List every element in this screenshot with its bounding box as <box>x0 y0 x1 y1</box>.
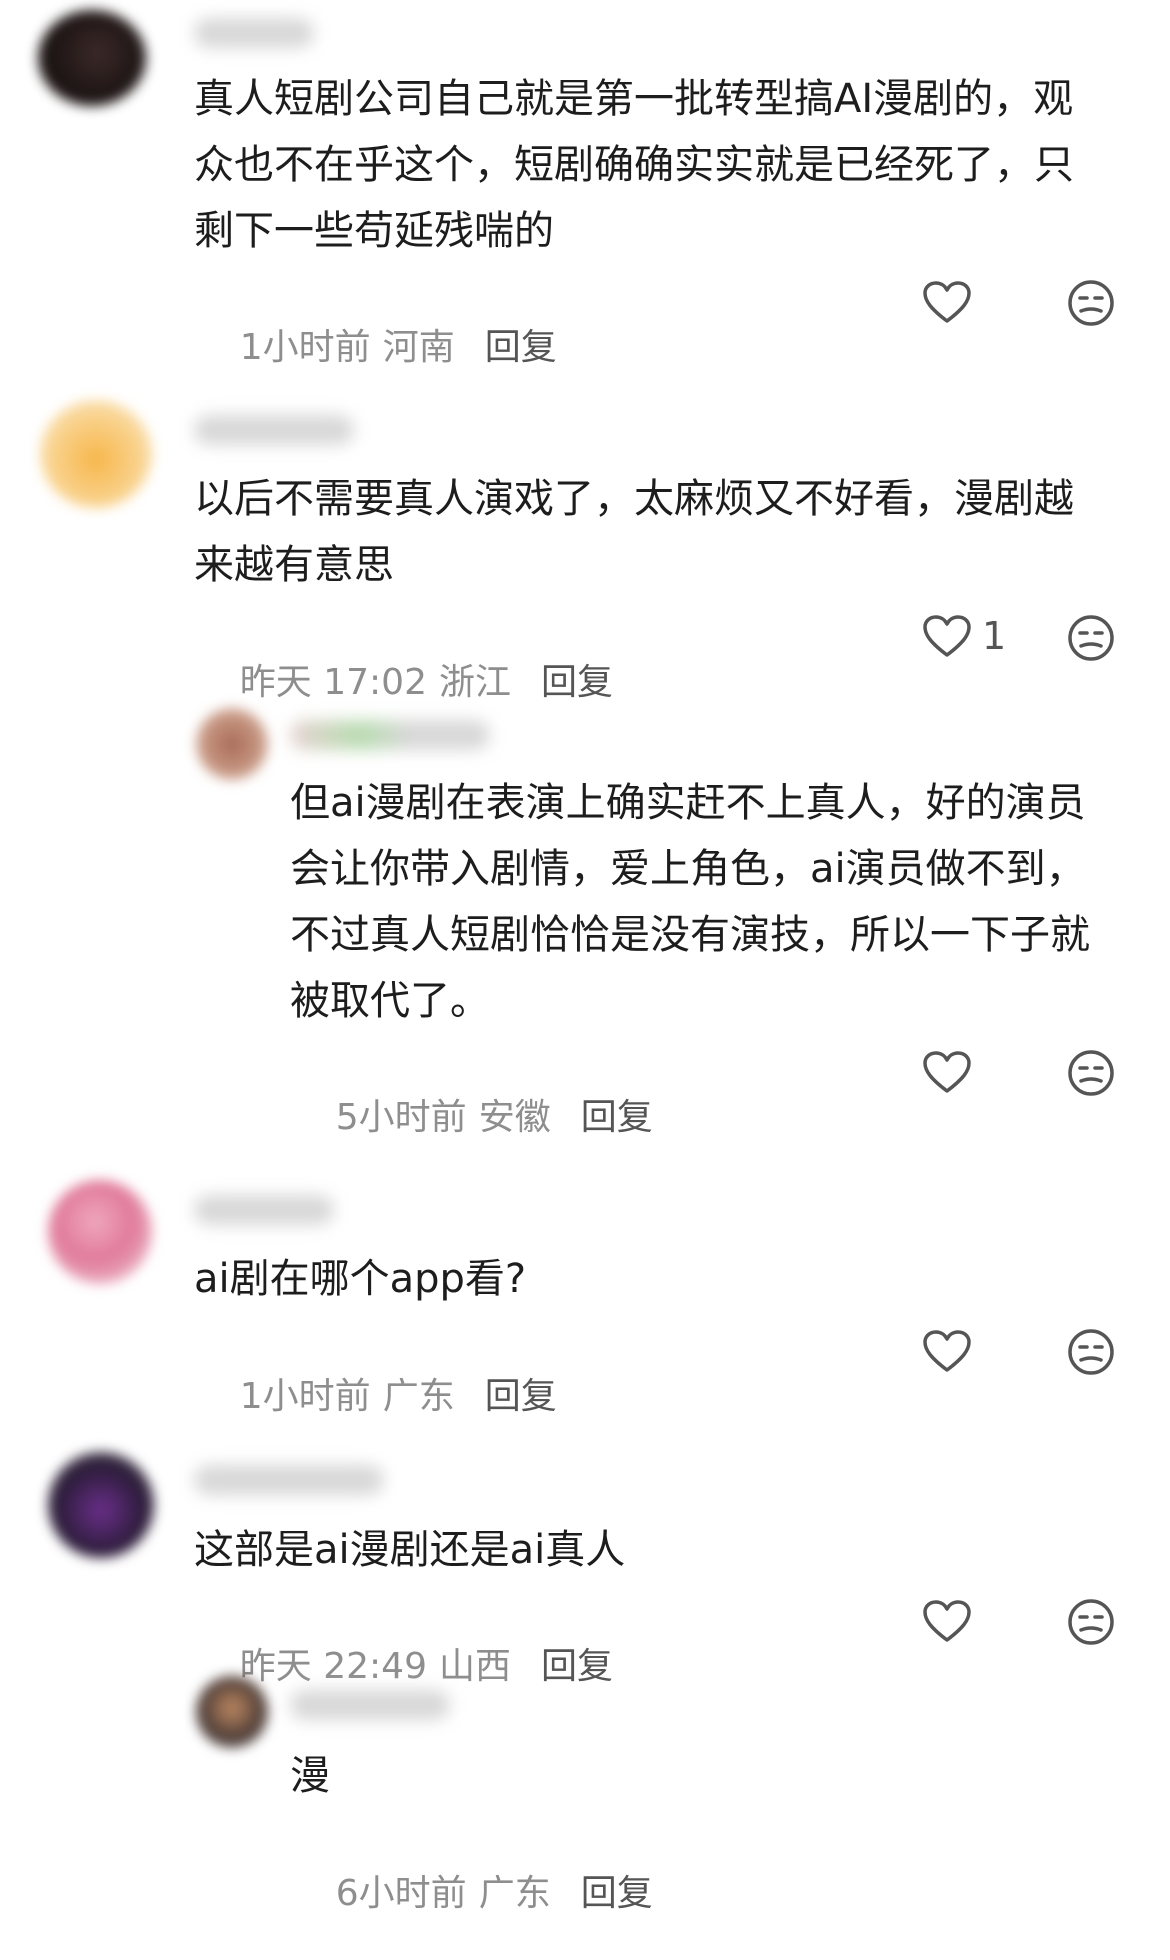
comment-meta: 1小时前 广东 回复 <box>194 1331 557 1463</box>
comment-time: 1小时前 <box>239 327 371 368</box>
comment-time: 1小时前 <box>239 1376 371 1417</box>
comment-location: 河南 <box>382 327 455 368</box>
comment-location: 山西 <box>438 1646 511 1687</box>
heart-outline-icon <box>922 1050 972 1094</box>
comment-text-line: 会让你带入剧情，爱上角色，ai演员做不到， <box>290 846 1086 892</box>
username[interactable] <box>194 1465 384 1495</box>
like-button[interactable]: 1 <box>922 614 1006 658</box>
comment-time: 5小时前 <box>335 1097 467 1138</box>
neutral-face-icon <box>1066 1048 1116 1098</box>
comment-time: 昨天 22:49 <box>239 1646 427 1687</box>
reply-button[interactable]: 回复 <box>541 662 613 703</box>
username[interactable] <box>290 1690 450 1720</box>
neutral-face-icon <box>1066 1597 1116 1647</box>
avatar[interactable] <box>38 10 146 106</box>
comment-text-line: 来越有意思 <box>194 542 394 588</box>
username[interactable] <box>194 1195 334 1225</box>
comment-meta: 6小时前 广东 回复 <box>290 1828 653 1960</box>
comment-text-line: 剩下一些苟延残喘的 <box>194 208 554 254</box>
reply-button[interactable]: 回复 <box>581 1873 653 1914</box>
comment-text-line: 以后不需要真人演戏了，太麻烦又不好看，漫剧越 <box>194 476 1074 522</box>
avatar[interactable] <box>48 1180 152 1284</box>
comment-text-line: 被取代了。 <box>290 978 490 1024</box>
username[interactable] <box>290 720 490 750</box>
avatar[interactable] <box>196 708 268 780</box>
avatar[interactable] <box>48 1452 154 1558</box>
like-button[interactable] <box>922 1329 972 1373</box>
dislike-button[interactable] <box>1066 1327 1116 1377</box>
avatar[interactable] <box>40 400 152 508</box>
comment-text-line: 漫 <box>290 1753 330 1799</box>
dislike-button[interactable] <box>1066 1597 1116 1647</box>
heart-outline-icon <box>922 614 972 658</box>
reply-button[interactable]: 回复 <box>485 327 557 368</box>
dislike-button[interactable] <box>1066 1048 1116 1098</box>
comment-text-line: 这部是ai漫剧还是ai真人 <box>194 1527 626 1573</box>
username[interactable] <box>194 415 354 445</box>
comment-location: 广东 <box>478 1873 551 1914</box>
neutral-face-icon <box>1066 613 1116 663</box>
comment-time: 昨天 17:02 <box>239 662 427 703</box>
dislike-button[interactable] <box>1066 613 1116 663</box>
like-button[interactable] <box>922 1050 972 1094</box>
like-button[interactable] <box>922 1599 972 1643</box>
comment-text-line: ai剧在哪个app看? <box>194 1256 527 1302</box>
avatar[interactable] <box>196 1676 268 1748</box>
comment-meta: 1小时前 河南 回复 <box>194 282 557 414</box>
comment-text-line: 但ai漫剧在表演上确实赶不上真人，好的演员 <box>290 780 1086 826</box>
comment-time: 6小时前 <box>335 1873 467 1914</box>
comment-meta: 5小时前 安徽 回复 <box>290 1052 653 1184</box>
heart-outline-icon <box>922 1329 972 1373</box>
comment-text-line: 真人短剧公司自己就是第一批转型搞AI漫剧的，观 <box>194 76 1074 122</box>
reply-button[interactable]: 回复 <box>541 1646 613 1687</box>
comment-location: 浙江 <box>438 662 511 703</box>
neutral-face-icon <box>1066 278 1116 328</box>
reply-button[interactable]: 回复 <box>581 1097 653 1138</box>
like-button[interactable] <box>922 280 972 324</box>
comment-location: 广东 <box>382 1376 455 1417</box>
reply-button[interactable]: 回复 <box>485 1376 557 1417</box>
like-count: 1 <box>982 614 1007 658</box>
dislike-button[interactable] <box>1066 278 1116 328</box>
heart-outline-icon <box>922 280 972 324</box>
comment-text-line: 众也不在乎这个，短剧确确实实就是已经死了，只 <box>194 142 1074 188</box>
neutral-face-icon <box>1066 1327 1116 1377</box>
comment-text-line: 不过真人短剧恰恰是没有演技，所以一下子就 <box>290 912 1090 958</box>
username[interactable] <box>194 18 314 48</box>
comment-location: 安徽 <box>478 1097 551 1138</box>
heart-outline-icon <box>922 1599 972 1643</box>
